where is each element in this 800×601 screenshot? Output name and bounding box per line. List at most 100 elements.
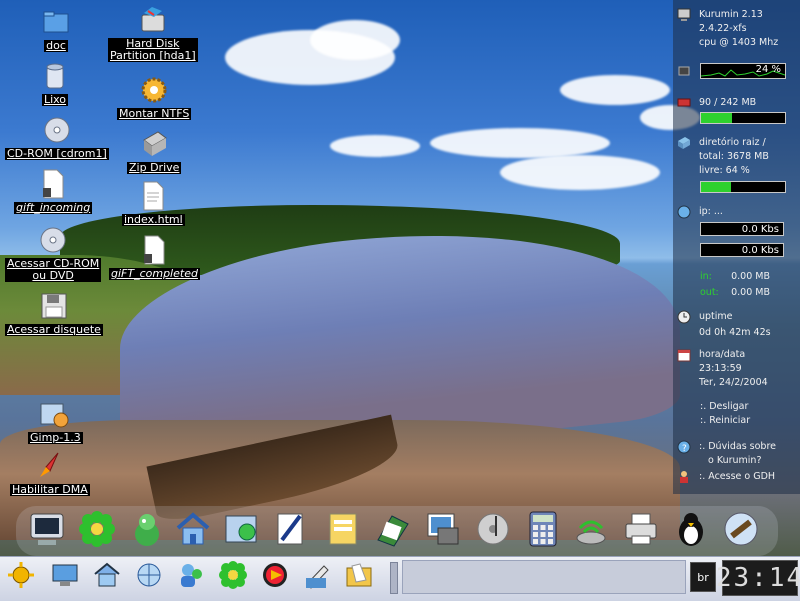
shutdown-link[interactable]: :. Desligar [700, 400, 750, 414]
keyboard-layout-indicator[interactable]: br [690, 562, 716, 592]
disk-total: total: 3678 MB [699, 151, 769, 162]
computer-icon [677, 8, 691, 22]
dock-calculator[interactable] [522, 510, 564, 552]
dock-home[interactable] [172, 510, 214, 552]
dock-calculator-notes[interactable] [322, 510, 364, 552]
taskbar-handle[interactable] [390, 562, 398, 594]
uptime-value: 0d 0h 42m 42s [699, 327, 771, 338]
trash-icon [39, 60, 71, 92]
desktop-icon-habilitar-dma[interactable]: Habilitar DMA [10, 450, 90, 496]
kde-menu-icon [6, 560, 36, 594]
web-browser-icon [134, 560, 164, 594]
cpu-percent: 24 % [755, 64, 781, 75]
dock-video[interactable] [720, 510, 762, 552]
tux-icon [672, 510, 710, 552]
cpu-usage-graph: 24 % [700, 63, 786, 79]
taskbar-window-list[interactable] [402, 560, 686, 594]
file-icon [138, 234, 170, 266]
gdh-link[interactable]: :. Acesse o GDH [699, 470, 775, 484]
desktop-icon-acessar-disquete[interactable]: Acessar disquete [5, 290, 103, 336]
icq-flower-icon [218, 560, 248, 594]
desktop-icon-gift-completed[interactable]: giFT_completed [109, 234, 200, 280]
dock-network[interactable] [570, 510, 612, 552]
dock-music[interactable] [472, 510, 514, 552]
taskbar-show-desktop[interactable] [48, 560, 82, 594]
desktop-icon-label: Zip Drive [127, 161, 182, 174]
desktop-icon-label: index.html [122, 213, 185, 226]
text-editor-icon [272, 510, 310, 552]
restart-link[interactable]: :. Reiniciar [700, 414, 750, 428]
folder-icon [40, 6, 72, 38]
taskbar-home[interactable] [90, 560, 124, 594]
desktop-icon-montar-ntfs[interactable]: Montar NTFS [117, 74, 192, 120]
memory-usage: 90 / 242 MB [699, 97, 757, 108]
desktop-icon-label: Acessar disquete [5, 323, 103, 336]
calculator-icon [524, 510, 562, 552]
dock-office[interactable] [372, 510, 414, 552]
current-date: Ter, 24/2/2004 [699, 377, 768, 388]
desktop-icon-label: CD-ROM [cdrom1] [5, 147, 109, 160]
ip-address: ip: ... [699, 206, 723, 217]
taskbar-kde-menu[interactable] [4, 560, 38, 594]
desktop-icon-cdrom1[interactable]: CD-ROM [cdrom1] [5, 114, 109, 160]
printer-icon [622, 510, 660, 552]
uptime-label: uptime [699, 311, 733, 322]
music-icon [474, 510, 512, 552]
desktop-icon-hard-disk[interactable]: Hard Disk Partition [hda1] [108, 4, 198, 62]
clock-icon [677, 310, 691, 324]
hard-disk-icon [137, 4, 169, 36]
cpu-speed: cpu @ 1403 Mhz [699, 37, 779, 48]
in-label: in: [700, 271, 712, 282]
disk-bar-fill [701, 182, 732, 192]
dock-icq[interactable] [76, 510, 118, 552]
user-icon [677, 470, 691, 484]
desktop-icon-zip-drive[interactable]: Zip Drive [127, 128, 182, 174]
taskbar-paint[interactable] [300, 560, 334, 594]
desktop-icon-index-html[interactable]: index.html [122, 180, 185, 226]
desktop-icon-label: gift_incoming [14, 201, 93, 214]
dock-photos[interactable] [422, 510, 464, 552]
system-monitor-panel: Kurumin 2.13 2.4.22-xfs cpu @ 1403 Mhz 2… [673, 0, 800, 494]
desktop-icon-gift-incoming[interactable]: gift_incoming [14, 168, 93, 214]
video-icon [722, 510, 760, 552]
dock-mascot[interactable] [126, 510, 168, 552]
dock-printer[interactable] [620, 510, 662, 552]
html-file-icon [137, 180, 169, 212]
rocket-icon [34, 450, 66, 482]
zip-drive-icon [138, 128, 170, 160]
svg-text:?: ? [682, 444, 687, 454]
dock-tux[interactable] [670, 510, 712, 552]
taskbar-user[interactable] [174, 560, 208, 594]
taskbar-media-player[interactable] [258, 560, 292, 594]
desktop-icon-trash[interactable]: Lixo [39, 60, 71, 106]
control-panel-icon [222, 510, 260, 552]
kernel-version: 2.4.22-xfs [699, 23, 747, 34]
memory-bar-fill [701, 113, 733, 123]
dock-control-panel[interactable] [220, 510, 262, 552]
terminal-icon [28, 510, 66, 552]
desktop-icon-doc[interactable]: doc [40, 6, 72, 52]
desktop-icon-acessar-cdrom[interactable]: Acessar CD-ROM ou DVD [5, 224, 102, 282]
help-link-line2[interactable]: o Kurumin? [699, 454, 776, 468]
desktop-icon-gimp[interactable]: Gimp-1.3 [28, 398, 83, 444]
disk-root-title: diretório raiz / [699, 137, 766, 148]
taskbar-icq[interactable] [216, 560, 250, 594]
dock-text-editor[interactable] [270, 510, 312, 552]
dock-terminal[interactable] [26, 510, 68, 552]
gimp-icon [39, 398, 71, 430]
network-icon [677, 205, 691, 219]
photos-icon [424, 510, 462, 552]
disk-icon [677, 136, 691, 150]
file-icon [37, 168, 69, 200]
office-icon [374, 510, 412, 552]
out-total: 0.00 MB [731, 287, 770, 298]
taskbar-clock[interactable]: 23:14 [716, 560, 800, 596]
desktop-icon-label: Lixo [41, 93, 69, 106]
taskbar-web-browser[interactable] [132, 560, 166, 594]
desktop-icon-label: giFT_completed [109, 267, 200, 280]
net-in-rate: 0.0 Kbs [700, 222, 784, 236]
taskbar-folder[interactable] [342, 560, 376, 594]
home-icon [92, 560, 122, 594]
help-link-line1[interactable]: :. Dúvidas sobre [699, 440, 776, 454]
desktop-icon-label: Gimp-1.3 [28, 431, 83, 444]
